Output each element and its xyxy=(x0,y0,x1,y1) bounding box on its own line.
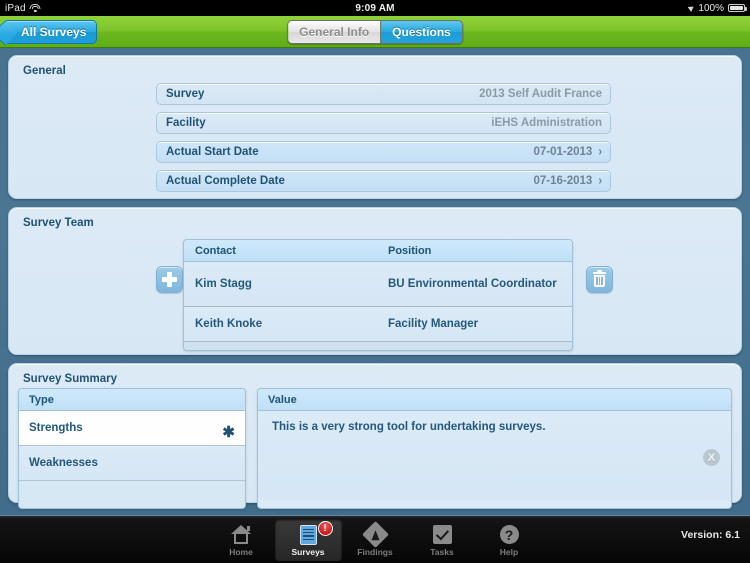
tab-label: Surveys xyxy=(291,547,325,557)
table-header-row: Contact Position xyxy=(184,240,572,262)
chevron-right-icon: › xyxy=(598,145,602,159)
status-bar-clock: 9:09 AM xyxy=(355,2,395,14)
add-team-member-button[interactable] xyxy=(156,266,183,293)
column-header-value: Value xyxy=(258,389,731,411)
column-header-position: Position xyxy=(388,244,432,257)
survey-summary-panel-title: Survey Summary xyxy=(23,373,117,385)
field-row-actual-start-date[interactable]: Actual Start Date 07-01-2013 › xyxy=(156,141,611,163)
ios-status-bar: iPad 9:09 AM 100% xyxy=(0,0,750,16)
survey-team-panel: Survey Team Contact Position Kim Stagg B… xyxy=(8,207,742,355)
findings-icon xyxy=(361,521,389,548)
asterisk-icon: ✱ xyxy=(222,423,235,441)
summary-type-label: Strengths xyxy=(29,422,83,434)
tab-label: Findings xyxy=(357,547,393,557)
delete-team-member-button[interactable] xyxy=(586,266,613,293)
tab-label: Tasks xyxy=(430,547,454,557)
field-row-facility[interactable]: Facility iEHS Administration xyxy=(156,112,611,134)
field-value: 07-01-2013 xyxy=(533,146,593,158)
general-field-list: Survey 2013 Self Audit France Facility i… xyxy=(156,83,611,192)
clear-value-button[interactable]: X xyxy=(703,449,720,466)
tab-label: Help xyxy=(499,547,519,557)
home-icon xyxy=(230,523,252,546)
summary-type-label: Weaknesses xyxy=(29,457,98,469)
field-value: 2013 Self Audit France xyxy=(479,88,602,100)
alert-badge: ! xyxy=(317,521,333,536)
bottom-tab-bar: Home ! Surveys Findings Tasks ? Help Ver… xyxy=(0,515,750,563)
field-row-actual-complete-date[interactable]: Actual Complete Date 07-16-2013 › xyxy=(156,170,611,192)
tab-findings[interactable]: Findings xyxy=(342,519,409,561)
segmented-control[interactable]: General Info Questions xyxy=(287,20,463,44)
trash-icon xyxy=(593,270,606,287)
column-header-type: Type xyxy=(19,389,245,411)
cell-position: BU Environmental Coordinator xyxy=(388,278,557,290)
field-label: Actual Complete Date xyxy=(166,175,285,187)
tab-general-info[interactable]: General Info xyxy=(288,21,381,43)
status-bar-right: 100% xyxy=(688,2,747,14)
surveys-icon: ! xyxy=(299,521,333,546)
field-label: Facility xyxy=(166,117,206,129)
tasks-icon xyxy=(432,523,452,546)
battery-percent: 100% xyxy=(698,2,724,14)
battery-icon xyxy=(728,4,747,12)
ipad-app-window: iPad 9:09 AM 100% All Surveys General In… xyxy=(0,0,750,563)
summary-type-row-strengths[interactable]: Strengths ✱ xyxy=(19,411,245,446)
version-label: Version: 6.1 xyxy=(681,529,740,541)
summary-value-body[interactable]: This is a very strong tool for undertaki… xyxy=(258,411,731,500)
survey-team-panel-title: Survey Team xyxy=(23,217,94,229)
content-area: General Survey 2013 Self Audit France Fa… xyxy=(0,48,750,515)
summary-type-row-empty xyxy=(19,481,245,508)
field-label: Actual Start Date xyxy=(166,146,259,158)
location-arrow-icon xyxy=(688,4,696,12)
cell-contact: Keith Knoke xyxy=(195,318,263,330)
field-label: Survey xyxy=(166,88,205,100)
table-row[interactable]: Keith Knoke Facility Manager xyxy=(184,307,572,342)
column-header-contact: Contact xyxy=(195,244,236,257)
chevron-right-icon: › xyxy=(598,174,602,188)
survey-team-body: Contact Position Kim Stagg BU Environmen… xyxy=(9,229,741,351)
field-value: 07-16-2013 xyxy=(533,175,593,187)
back-button-all-surveys[interactable]: All Surveys xyxy=(4,20,98,44)
plus-icon xyxy=(162,272,177,287)
back-button-label: All Surveys xyxy=(21,25,87,39)
navigation-bar: All Surveys General Info Questions xyxy=(0,16,750,48)
field-row-survey[interactable]: Survey 2013 Self Audit France xyxy=(156,83,611,105)
summary-value-text: This is a very strong tool for undertaki… xyxy=(272,421,546,433)
cell-position: Facility Manager xyxy=(388,318,479,330)
survey-summary-body: Type Strengths ✱ Weaknesses Value This i… xyxy=(9,385,741,509)
tab-questions[interactable]: Questions xyxy=(380,21,462,43)
tab-help[interactable]: ? Help xyxy=(476,519,543,561)
table-row-empty xyxy=(184,342,572,350)
summary-type-row-weaknesses[interactable]: Weaknesses xyxy=(19,446,245,481)
survey-summary-panel: Survey Summary Type Strengths ✱ Weakness… xyxy=(8,363,742,509)
summary-value-table: Value This is a very strong tool for und… xyxy=(257,388,732,509)
tab-label: Home xyxy=(229,547,253,557)
table-row[interactable]: Kim Stagg BU Environmental Coordinator xyxy=(184,262,572,307)
help-icon: ? xyxy=(499,523,519,546)
summary-type-table: Type Strengths ✱ Weaknesses xyxy=(18,388,246,509)
field-value: iEHS Administration xyxy=(491,117,602,129)
general-panel-title: General xyxy=(23,65,66,77)
tab-tasks[interactable]: Tasks xyxy=(409,519,476,561)
general-panel: General Survey 2013 Self Audit France Fa… xyxy=(8,55,742,199)
tab-home[interactable]: Home xyxy=(208,519,275,561)
survey-team-table: Contact Position Kim Stagg BU Environmen… xyxy=(183,239,573,351)
cell-contact: Kim Stagg xyxy=(195,278,252,290)
tab-surveys[interactable]: ! Surveys xyxy=(274,519,342,561)
